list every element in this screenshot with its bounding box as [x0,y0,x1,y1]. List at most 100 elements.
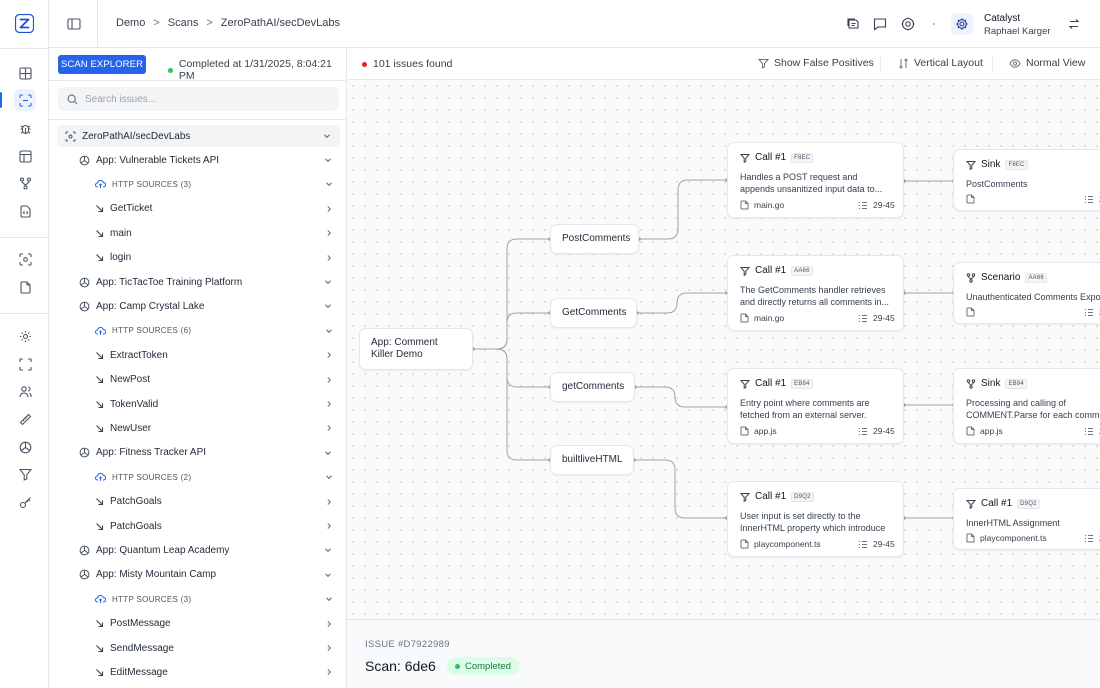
tree-source-group[interactable]: HTTP SOURCES (3) [95,588,340,610]
tree-app-item[interactable]: App: Vulnerable Tickets API [79,149,340,171]
tree-endpoint-item[interactable]: login [95,247,340,269]
ruler-icon[interactable] [14,408,36,430]
scan-explorer-button[interactable]: SCAN EXPLORER [58,55,146,74]
chevron-down-icon[interactable] [324,594,334,604]
chevron-right-icon[interactable] [324,619,334,629]
flow-graph-canvas[interactable]: App: Comment Killer Demo PostComments Ge… [347,80,1100,619]
zeropath-logo-icon[interactable] [15,14,34,33]
chevron-down-icon[interactable] [322,131,332,141]
integrations-icon[interactable] [14,436,36,458]
chevron-down-icon[interactable] [323,448,333,458]
workspace-name[interactable]: Catalyst [984,13,1020,24]
users-icon[interactable] [14,380,36,402]
show-false-positives-button[interactable]: Show False Positives [758,57,874,69]
chevron-down-icon[interactable] [323,277,333,287]
tree-source-group[interactable]: HTTP SOURCES (2) [95,466,340,488]
tree-source-group[interactable]: HTTP SOURCES (6) [95,320,340,342]
chevron-right-icon[interactable] [324,399,334,409]
feedback-icon[interactable] [845,16,861,32]
tree-endpoint-item[interactable]: PatchGoals [95,491,340,513]
chevron-right-icon[interactable] [324,643,334,653]
git-branch-icon[interactable] [14,172,36,194]
endpoint-node[interactable]: builtliveHTML [550,445,634,475]
card-file[interactable]: main.go [740,200,784,210]
tree-endpoint-item[interactable]: main [95,222,340,244]
card-file[interactable]: playcomponent.ts [740,539,821,549]
tree-app-item[interactable]: App: Camp Crystal Lake [79,295,340,317]
key-icon[interactable] [14,491,36,513]
tree-source-group[interactable]: HTTP SOURCES (3) [95,173,340,195]
workspace-gear-icon[interactable] [951,13,973,35]
tree-root[interactable]: ZeroPathAI/secDevLabs [57,125,340,147]
tree-endpoint-item[interactable]: PatchGoals [95,515,340,537]
card-file[interactable]: main.go [740,313,784,323]
chevron-down-icon[interactable] [323,570,333,580]
normal-view-button[interactable]: Normal View [1009,57,1085,69]
switch-workspace-icon[interactable] [1067,17,1081,31]
card-file[interactable] [966,194,980,204]
dashboard-icon[interactable] [14,62,36,84]
tree-endpoint-item[interactable]: PostMessage [95,613,340,635]
chevron-right-icon[interactable] [324,228,334,238]
chevron-right-icon[interactable] [324,497,334,507]
tree-app-item[interactable]: App: Misty Mountain Camp [79,564,340,586]
tree-app-item[interactable]: App: Quantum Leap Academy [79,539,340,561]
endpoint-node[interactable]: getComments [550,372,635,402]
tree-app-item[interactable]: App: TicTacToe Training Platform [79,271,340,293]
endpoint-node[interactable]: PostComments [550,224,639,254]
chevron-down-icon[interactable] [324,179,334,189]
call-card[interactable]: Call #1 AA66 The GetComments handler retri… [727,255,904,331]
document-icon[interactable] [14,276,36,298]
tree-endpoint-item[interactable]: TokenValid [95,393,340,415]
card-file[interactable]: app.js [740,426,777,436]
chevron-right-icon[interactable] [324,521,334,531]
scan-icon[interactable] [14,89,36,111]
tree-endpoint-item[interactable]: EditMessage [95,661,340,683]
chevron-right-icon[interactable] [324,423,334,433]
sink-card[interactable]: Scenario AA66 Unauthenticated Comments Exp… [953,262,1100,324]
breadcrumb-item-demo[interactable]: Demo [116,17,145,29]
expand-icon[interactable] [14,353,36,375]
breadcrumb-item-scans[interactable]: Scans [168,17,199,29]
search-box[interactable] [58,87,339,111]
card-file[interactable]: playcomponent.ts [966,533,1047,543]
call-card[interactable]: Call #1 D9Q2 User input is set directly to… [727,481,904,557]
call-card[interactable]: Call #1 F8EC Handles a POST request and ap… [727,142,904,218]
search-input[interactable] [85,93,325,105]
chevron-right-icon[interactable] [324,375,334,385]
chevron-down-icon[interactable] [324,472,334,482]
call-card[interactable]: Call #1 EB84 Entry point where comments ar… [727,368,904,444]
file-code-icon[interactable] [14,200,36,222]
chat-icon[interactable] [872,16,888,32]
tree-endpoint-item[interactable]: NewPost [95,369,340,391]
settings-icon[interactable] [14,325,36,347]
settings-icon[interactable] [900,16,916,32]
tree-endpoint-item[interactable]: GetTicket [95,198,340,220]
sink-card[interactable]: Sink F8EC PostComments 2 [953,149,1100,211]
sink-card[interactable]: Call #1 D9Q2 InnerHTML Assignment playcompo… [953,488,1100,550]
chevron-down-icon[interactable] [324,326,334,336]
vertical-layout-button[interactable]: Vertical Layout [898,57,983,69]
chevron-right-icon[interactable] [324,253,334,263]
scan-face-icon[interactable] [14,248,36,270]
tree-endpoint-item[interactable]: SendMessage [95,637,340,659]
chevron-right-icon[interactable] [324,350,334,360]
tree-endpoint-item[interactable]: NewUser [95,417,340,439]
layout-icon[interactable] [14,145,36,167]
bug-icon[interactable] [14,117,36,139]
chevron-down-icon[interactable] [323,155,333,165]
app-root-node[interactable]: App: Comment Killer Demo [359,328,473,370]
card-file[interactable] [966,307,980,317]
chevron-right-icon[interactable] [324,204,334,214]
sink-card[interactable]: Sink EB84 Processing and calling of COMMEN… [953,368,1100,444]
endpoint-node[interactable]: GetComments [550,298,637,328]
breadcrumb-item-repo[interactable]: ZeroPathAI/secDevLabs [221,17,340,29]
card-file[interactable]: app.js [966,426,1003,436]
sidebar-toggle-icon[interactable] [66,16,82,32]
tree-endpoint-item[interactable]: ExtractToken [95,344,340,366]
chevron-down-icon[interactable] [323,301,333,311]
chevron-down-icon[interactable] [323,545,333,555]
tree-app-item[interactable]: App: Fitness Tracker API [79,442,340,464]
filter-icon[interactable] [14,463,36,485]
chevron-right-icon[interactable] [324,667,334,677]
